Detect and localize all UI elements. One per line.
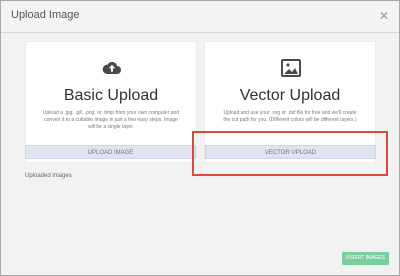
upload-image-button[interactable]: UPLOAD IMAGE <box>25 145 196 159</box>
basic-upload-heading: Basic Upload <box>63 87 159 104</box>
image-icon <box>281 59 301 77</box>
upload-image-dialog: Upload Image ✕ Basic Upload Upload a .jp… <box>0 0 400 276</box>
vector-upload-description: Upload and use your .svg or .dxf file fo… <box>223 110 357 123</box>
dialog-title: Upload Image <box>11 9 80 21</box>
close-icon[interactable]: ✕ <box>377 9 391 23</box>
vector-upload-heading: Vector Upload <box>239 87 341 104</box>
vector-upload-highlight <box>192 131 388 176</box>
uploaded-images-label: Uploaded images <box>25 173 72 179</box>
cloud-upload-icon <box>102 61 121 74</box>
dialog-header: Upload Image ✕ <box>1 1 399 33</box>
basic-upload-description: Upload a .jpg, .gif, .png, or .bmp from … <box>42 110 180 130</box>
insert-images-button[interactable]: INSERT IMAGES <box>342 252 389 265</box>
